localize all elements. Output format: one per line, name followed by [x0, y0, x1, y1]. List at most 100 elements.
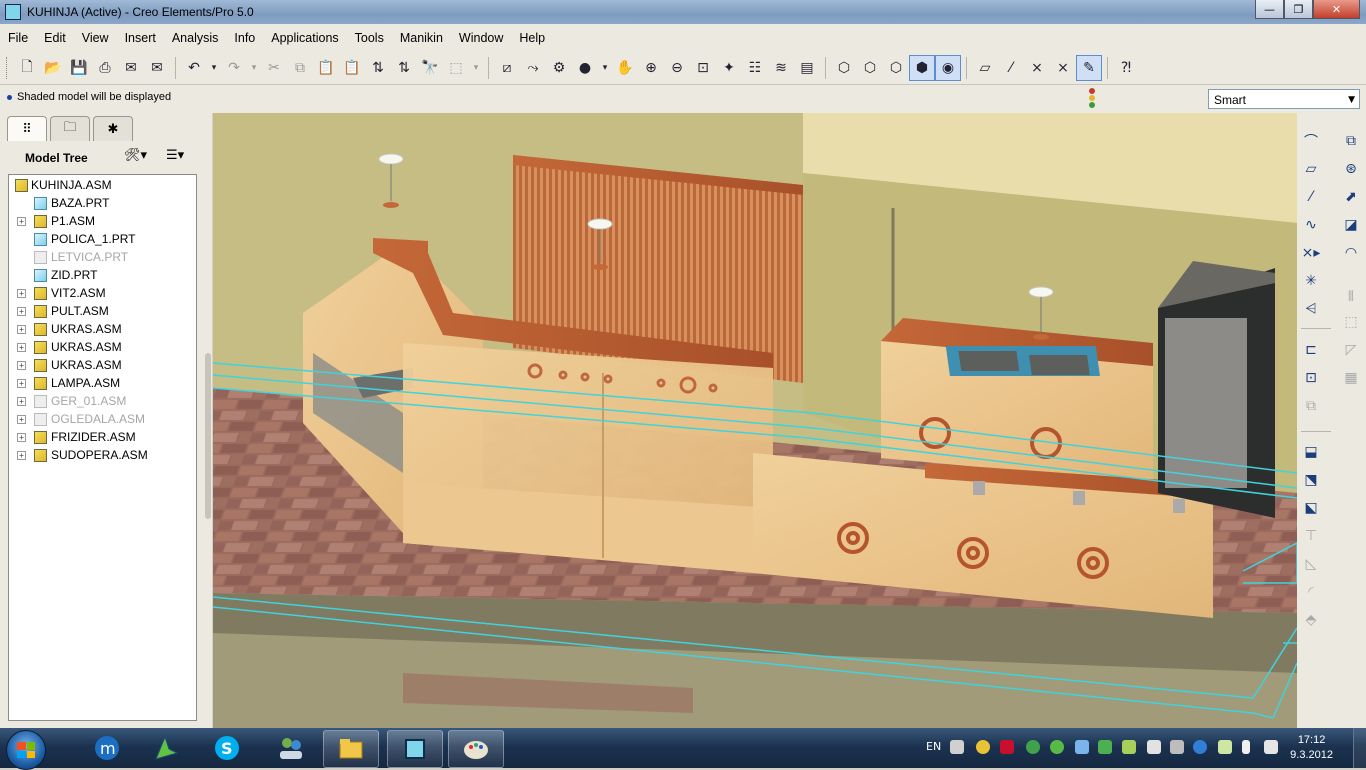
menu-view[interactable]: View [74, 24, 117, 52]
tree-node[interactable]: LETVICA.PRT [9, 248, 194, 266]
tree-node[interactable]: + GER_01.ASM [9, 392, 194, 410]
torrent-icon[interactable] [1026, 740, 1040, 754]
expand-icon[interactable]: + [17, 415, 26, 424]
no-hidden-icon[interactable]: ⬡ [883, 55, 909, 81]
datum-axis-icon[interactable]: ⁄ [1299, 186, 1323, 208]
regenerate-icon[interactable]: ⇅ [365, 55, 391, 81]
csys-toggle-icon[interactable]: ⨯ [1050, 55, 1076, 81]
expand-icon[interactable]: + [17, 433, 26, 442]
reorient-icon[interactable]: ✦ [716, 55, 742, 81]
tree-node[interactable]: + VIT2.ASM [9, 284, 194, 302]
start-button[interactable] [6, 730, 46, 770]
shell-icon[interactable]: ◜ [1299, 581, 1323, 603]
panel-splitter-handle-lower[interactable] [205, 431, 211, 519]
menu-edit[interactable]: Edit [36, 24, 74, 52]
annotation-display-icon[interactable]: ✎ [1076, 55, 1102, 81]
tree-node[interactable]: + UKRAS.ASM [9, 320, 194, 338]
tree-node[interactable]: + OGLEDALA.ASM [9, 410, 194, 428]
tree-node[interactable]: + P1.ASM [9, 212, 194, 230]
assemble-icon[interactable]: ⊏ [1299, 339, 1323, 361]
print-icon[interactable]: ⎙ [92, 55, 118, 81]
menu-help[interactable]: Help [511, 24, 553, 52]
graphics-window[interactable] [213, 113, 1297, 728]
undo-icon[interactable]: ↶ [181, 55, 207, 81]
menu-tools[interactable]: Tools [347, 24, 392, 52]
cd-icon[interactable] [976, 740, 990, 754]
skype-icon[interactable]: S [200, 730, 254, 766]
new-icon[interactable]: 🗋 [14, 55, 40, 81]
extrude-icon[interactable]: ⧉ [1339, 130, 1363, 152]
maximize-button[interactable]: ❐ [1284, 0, 1313, 19]
tree-root-node[interactable]: KUHINJA.ASM [9, 176, 194, 194]
datum-plane-icon[interactable]: ▱ [1299, 158, 1323, 180]
volume-icon[interactable] [1264, 740, 1278, 754]
paint-icon[interactable] [448, 730, 504, 768]
monitor-icon[interactable] [1075, 740, 1089, 754]
layers-icon[interactable]: ≋ [768, 55, 794, 81]
tree-node[interactable]: BAZA.PRT [9, 194, 194, 212]
round-icon[interactable]: ⬔ [1299, 469, 1323, 491]
datum-curve-icon[interactable]: ∿ [1299, 214, 1323, 236]
tree-node[interactable]: + FRIZIDER.ASM [9, 428, 194, 446]
point-toggle-icon[interactable]: ⨯ [1024, 55, 1050, 81]
refit-icon[interactable]: ⊡ [690, 55, 716, 81]
select-box-icon[interactable]: ⬚ [443, 55, 469, 81]
expand-icon[interactable]: + [17, 217, 26, 226]
expand-icon[interactable]: + [17, 451, 26, 460]
trim-icon[interactable]: ◸ [1339, 339, 1363, 361]
expand-icon[interactable]: + [17, 325, 26, 334]
merge-icon[interactable]: ⬚ [1339, 311, 1363, 333]
network-share-icon[interactable] [1098, 740, 1112, 754]
menu-manikin[interactable]: Manikin [392, 24, 451, 52]
action-center-icon[interactable] [1147, 740, 1161, 754]
warp-icon[interactable]: ⬘ [1299, 609, 1323, 631]
model-tree-tab[interactable]: ⠿ [7, 116, 47, 141]
tree-node[interactable]: POLICA_1.PRT [9, 230, 194, 248]
expand-icon[interactable]: + [17, 343, 26, 352]
zoom-out-icon[interactable]: ⊖ [664, 55, 690, 81]
email-link-icon[interactable]: ✉ [144, 55, 170, 81]
hidden-line-icon[interactable]: ⬡ [857, 55, 883, 81]
file-explorer-icon[interactable] [323, 730, 379, 768]
expand-icon[interactable]: + [17, 379, 26, 388]
show-desktop-button[interactable] [1353, 728, 1366, 768]
appearance-icon[interactable]: ● [572, 55, 598, 81]
view-manager-icon[interactable]: ▤ [794, 55, 820, 81]
sketch-icon[interactable]: ⌒ [1299, 130, 1323, 152]
select-dropdown-icon[interactable]: ▾ [469, 55, 483, 81]
chamfer-icon[interactable]: ⬕ [1299, 497, 1323, 519]
folder-browser-tab[interactable]: 🗀 [50, 116, 90, 141]
close-button[interactable]: ✕ [1313, 0, 1360, 19]
hole-icon[interactable]: ⬓ [1299, 441, 1323, 463]
regenerate-manager-icon[interactable]: ⇅ [391, 55, 417, 81]
tree-node[interactable]: + UKRAS.ASM [9, 338, 194, 356]
favorites-tab[interactable]: ✱ [93, 116, 133, 141]
expand-icon[interactable]: + [17, 289, 26, 298]
settings-tools-icon[interactable]: 🛠▾ [124, 148, 147, 163]
axis-display-icon[interactable]: ⤳ [520, 55, 546, 81]
sweep-icon[interactable]: ⬈ [1339, 186, 1363, 208]
mirror-icon[interactable]: ⫴ [1339, 286, 1363, 308]
tree-node[interactable]: + PULT.ASM [9, 302, 194, 320]
rib-icon[interactable]: ⊤ [1299, 525, 1323, 547]
enhanced-realism-icon[interactable]: ◉ [935, 55, 961, 81]
find-icon[interactable]: 🔭 [417, 55, 443, 81]
expand-icon[interactable]: + [17, 307, 26, 316]
regeneration-status-icon[interactable] [1086, 87, 1098, 109]
analysis-feature-icon[interactable]: ⩤ [1299, 298, 1323, 320]
antivirus-icon[interactable] [1000, 740, 1014, 754]
plane-display-icon[interactable]: ▱ [972, 55, 998, 81]
network-people-icon[interactable] [264, 730, 318, 766]
menu-file[interactable]: File [0, 24, 36, 52]
system-clock[interactable]: 17:12 9.3.2012 [1290, 733, 1333, 763]
menu-window[interactable]: Window [451, 24, 511, 52]
language-indicator[interactable]: EN [926, 740, 941, 753]
menu-applications[interactable]: Applications [263, 24, 346, 52]
appearance-dropdown-icon[interactable]: ▾ [598, 55, 612, 81]
maxthon-icon[interactable]: m [80, 730, 134, 766]
boundary-blend-icon[interactable]: ◠ [1339, 242, 1363, 264]
menu-analysis[interactable]: Analysis [164, 24, 227, 52]
tree-node[interactable]: + SUDOPERA.ASM [9, 446, 194, 464]
power-manager-icon[interactable] [1193, 740, 1207, 754]
keyboard-icon[interactable] [950, 740, 964, 754]
